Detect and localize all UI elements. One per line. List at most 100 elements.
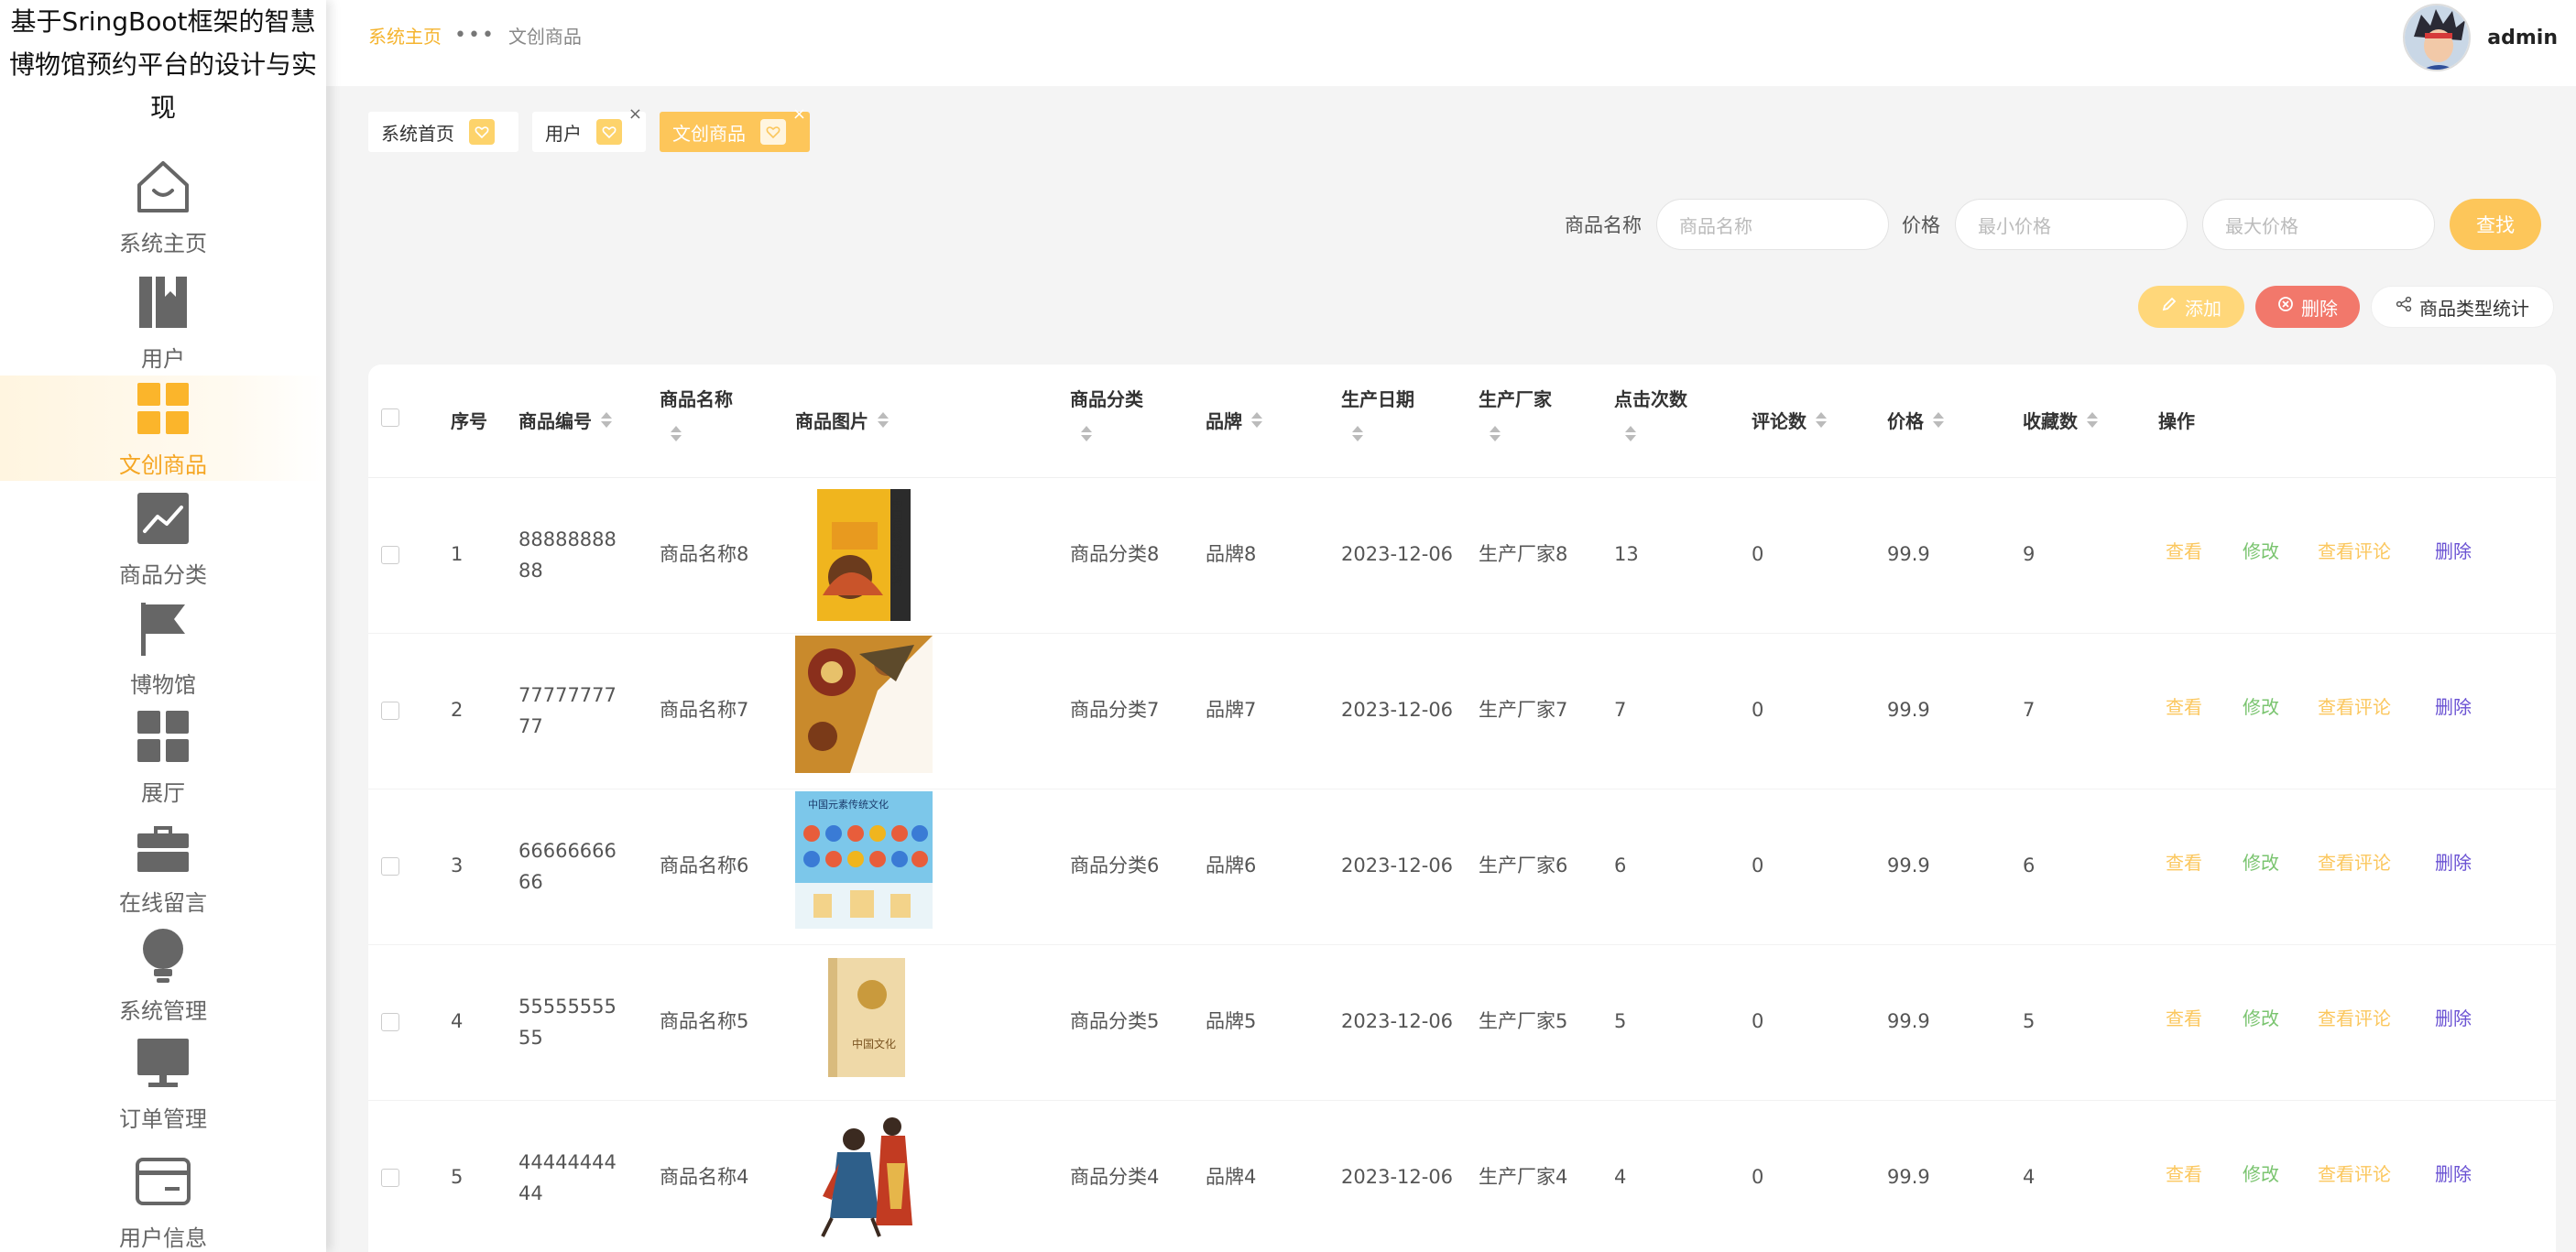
product-image[interactable]: 中国元素传统文化 <box>795 791 933 929</box>
sidebar-item-home[interactable]: 系统主页 <box>0 154 326 259</box>
sidebar-item-profile[interactable]: 用户信息 <box>0 1149 326 1252</box>
cell-maker: 生产厂家4 <box>1479 1166 1568 1188</box>
product-image[interactable] <box>795 1108 933 1246</box>
product-image[interactable]: 中国文化 <box>795 953 933 1090</box>
col-reviews-label: 评论数 <box>1752 410 1806 432</box>
avatar[interactable] <box>2403 4 2472 71</box>
search-name-input[interactable]: 商品名称 <box>1656 199 1889 250</box>
sidebar-item-users[interactable]: 用户 <box>0 269 326 375</box>
cell-favorites: 9 <box>2023 543 2036 565</box>
edit-button[interactable]: 修改 <box>2243 848 2279 875</box>
sidebar-item-products[interactable]: 文创商品 <box>0 376 326 481</box>
view-comments-button[interactable]: 查看评论 <box>2318 1159 2391 1186</box>
col-name[interactable]: 商品名称 <box>660 385 733 441</box>
cell-price: 99.9 <box>1887 699 1930 721</box>
sort-icon[interactable] <box>671 426 682 441</box>
col-code[interactable]: 商品编号 <box>518 407 612 433</box>
row-checkbox[interactable] <box>381 857 399 876</box>
edit-button[interactable]: 修改 <box>2243 537 2279 563</box>
view-button[interactable]: 查看 <box>2166 692 2202 719</box>
sidebar-item-museum[interactable]: 博物馆 <box>0 595 326 701</box>
tag-heart-icon <box>469 119 495 145</box>
grid-icon <box>134 707 192 766</box>
row-checkbox[interactable] <box>381 1169 399 1187</box>
sort-icon[interactable] <box>1625 426 1636 441</box>
product-image[interactable] <box>795 636 933 773</box>
select-all-checkbox[interactable] <box>381 408 399 427</box>
view-comments-button[interactable]: 查看评论 <box>2318 537 2391 563</box>
col-category[interactable]: 商品分类 <box>1070 385 1143 441</box>
col-favorites[interactable]: 收藏数 <box>2023 407 2098 433</box>
delete-row-button[interactable]: 删除 <box>2435 1159 2472 1186</box>
col-price[interactable]: 价格 <box>1887 407 1944 433</box>
view-comments-button[interactable]: 查看评论 <box>2318 1004 2391 1030</box>
tag-products[interactable]: 文创商品 × <box>660 104 810 152</box>
edit-button[interactable]: 修改 <box>2243 1004 2279 1030</box>
row-checkbox[interactable] <box>381 1013 399 1031</box>
tag-home[interactable]: 系统首页 <box>368 112 518 152</box>
cell-price: 99.9 <box>1887 543 1930 565</box>
sort-icon[interactable] <box>1490 426 1501 441</box>
product-image[interactable]: 中国传统文化精粹 <box>795 485 933 623</box>
tag-close-icon[interactable]: × <box>628 104 642 124</box>
home-icon <box>134 158 192 216</box>
sidebar-item-orders[interactable]: 订单管理 <box>0 1029 326 1135</box>
view-button[interactable]: 查看 <box>2166 848 2202 875</box>
col-date-label: 生产日期 <box>1341 388 1414 410</box>
cell-category: 商品分类4 <box>1070 1166 1160 1188</box>
sidebar-item-system[interactable]: 系统管理 <box>0 921 326 1027</box>
search-name-placeholder: 商品名称 <box>1679 214 1752 237</box>
edit-button[interactable]: 修改 <box>2243 692 2279 719</box>
view-comments-button[interactable]: 查看评论 <box>2318 692 2391 719</box>
col-brand[interactable]: 品牌 <box>1206 407 1262 433</box>
edit-button[interactable]: 修改 <box>2243 1159 2279 1186</box>
delete-row-button[interactable]: 删除 <box>2435 692 2472 719</box>
view-button[interactable]: 查看 <box>2166 1159 2202 1186</box>
sort-icon[interactable] <box>1352 426 1363 441</box>
search-min-price-input[interactable]: 最小价格 <box>1955 199 2188 250</box>
sort-icon[interactable] <box>1933 412 1944 428</box>
sidebar-item-hall[interactable]: 展厅 <box>0 703 326 809</box>
add-button[interactable]: 添加 <box>2138 286 2244 328</box>
col-favorites-label: 收藏数 <box>2023 410 2078 432</box>
table-row: 2 7777777777 商品名称7 商品分类7 品牌7 2023-12-06 … <box>368 634 2556 789</box>
sort-icon[interactable] <box>1816 412 1827 428</box>
delete-row-button[interactable]: 删除 <box>2435 848 2472 875</box>
category-stat-button[interactable]: 商品类型统计 <box>2371 286 2554 328</box>
cell-date: 2023-12-06 <box>1341 543 1454 565</box>
cell-clicks: 6 <box>1614 855 1627 876</box>
col-date[interactable]: 生产日期 <box>1341 385 1414 441</box>
tag-users[interactable]: 用户 × <box>532 104 646 152</box>
sort-icon[interactable] <box>2087 412 2098 428</box>
row-checkbox[interactable] <box>381 702 399 720</box>
breadcrumb-home[interactable]: 系统主页 <box>368 22 442 49</box>
cell-reviews: 0 <box>1752 1166 1764 1188</box>
delete-row-button[interactable]: 删除 <box>2435 537 2472 563</box>
view-button[interactable]: 查看 <box>2166 537 2202 563</box>
delete-row-button[interactable]: 删除 <box>2435 1004 2472 1030</box>
user-menu[interactable]: admin <box>2403 4 2558 71</box>
row-checkbox[interactable] <box>381 546 399 564</box>
sidebar-item-label: 商品分类 <box>119 562 207 588</box>
sidebar-item-categories[interactable]: 商品分类 <box>0 485 326 591</box>
search-max-price-input[interactable]: 最大价格 <box>2202 199 2435 250</box>
breadcrumb-current: 文创商品 <box>508 26 582 48</box>
sort-icon[interactable] <box>1251 412 1262 428</box>
cell-brand: 品牌6 <box>1206 855 1257 876</box>
sort-icon[interactable] <box>601 412 612 428</box>
delete-button[interactable]: 删除 <box>2255 286 2360 328</box>
cell-code: 5555555555 <box>518 996 617 1049</box>
cell-name: 商品名称4 <box>660 1166 749 1188</box>
col-maker[interactable]: 生产厂家 <box>1479 385 1552 441</box>
col-reviews[interactable]: 评论数 <box>1752 407 1827 433</box>
tag-close-icon[interactable]: × <box>792 104 806 124</box>
col-image[interactable]: 商品图片 <box>795 407 889 433</box>
sort-icon[interactable] <box>1081 426 1092 441</box>
col-clicks[interactable]: 点击次数 <box>1614 385 1687 441</box>
view-comments-button[interactable]: 查看评论 <box>2318 848 2391 875</box>
view-button[interactable]: 查看 <box>2166 1004 2202 1030</box>
search-button[interactable]: 查找 <box>2450 199 2541 250</box>
sidebar-item-messages[interactable]: 在线留言 <box>0 813 326 919</box>
sort-icon[interactable] <box>878 412 889 428</box>
sidebar-item-label: 博物馆 <box>130 672 196 698</box>
